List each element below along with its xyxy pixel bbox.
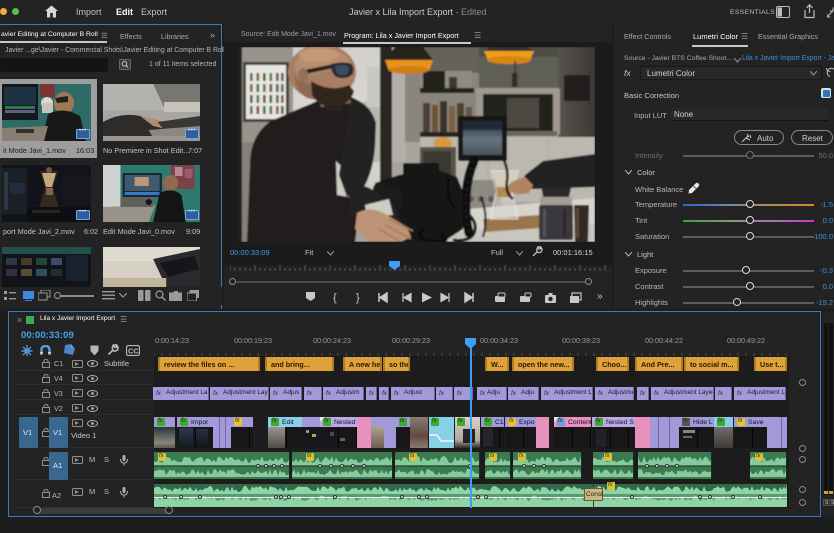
svg-text:CC: CC (128, 347, 139, 356)
svg-text:»: » (597, 291, 603, 302)
svg-text:}: } (356, 292, 360, 304)
svg-text:{: { (333, 292, 337, 304)
